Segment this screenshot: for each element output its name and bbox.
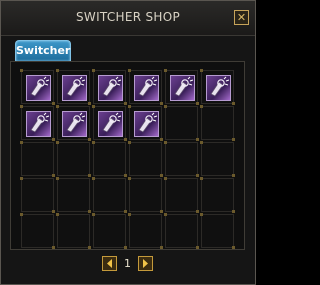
shop-slot[interactable] [56, 141, 91, 177]
right-arrow-icon [143, 259, 148, 268]
switcher-scroll-icon [134, 111, 159, 137]
switcher-scroll-icon [62, 111, 87, 137]
shop-slot[interactable] [128, 177, 163, 213]
switcher-scroll-icon [134, 75, 159, 101]
shop-slot[interactable] [128, 141, 163, 177]
prev-page-button[interactable] [102, 256, 117, 271]
close-icon: ✕ [236, 11, 247, 24]
title-bar[interactable]: SWITCHER SHOP ✕ [1, 1, 255, 36]
shop-slot[interactable] [92, 69, 127, 105]
shop-slot[interactable] [56, 177, 91, 213]
shop-slot[interactable] [20, 105, 55, 141]
switcher-scroll-icon [170, 75, 195, 101]
shop-slot[interactable] [128, 69, 163, 105]
shop-slot[interactable] [200, 105, 235, 141]
shop-slot[interactable] [164, 177, 199, 213]
shop-slot[interactable] [56, 69, 91, 105]
left-arrow-icon [107, 259, 112, 268]
shop-slot[interactable] [20, 213, 55, 249]
shop-slot[interactable] [200, 177, 235, 213]
shop-slot[interactable] [92, 141, 127, 177]
shop-slot[interactable] [200, 69, 235, 105]
pagination: 1 [102, 256, 153, 271]
shop-slot[interactable] [200, 141, 235, 177]
shop-slot[interactable] [128, 213, 163, 249]
page-number: 1 [124, 257, 131, 270]
switcher-scroll-icon [26, 75, 51, 101]
shop-slot[interactable] [200, 213, 235, 249]
switcher-scroll-icon [62, 75, 87, 101]
tab-switcher[interactable]: Switcher [15, 40, 71, 61]
shop-slot[interactable] [164, 141, 199, 177]
shop-slot[interactable] [56, 213, 91, 249]
switcher-scroll-icon [26, 111, 51, 137]
shop-slot[interactable] [20, 177, 55, 213]
shop-slot[interactable] [164, 69, 199, 105]
switcher-scroll-icon [98, 75, 123, 101]
shop-slot[interactable] [92, 177, 127, 213]
shop-slot[interactable] [92, 105, 127, 141]
shop-slot[interactable] [92, 213, 127, 249]
shop-slot[interactable] [56, 105, 91, 141]
shop-slot[interactable] [164, 105, 199, 141]
shop-slot[interactable] [20, 69, 55, 105]
switcher-scroll-icon [206, 75, 231, 101]
window-title: SWITCHER SHOP [75, 10, 180, 24]
item-grid [20, 69, 235, 249]
switcher-shop-window: SWITCHER SHOP ✕ Switcher 1 [0, 0, 256, 285]
shop-slot[interactable] [20, 141, 55, 177]
switcher-scroll-icon [98, 111, 123, 137]
shop-slot[interactable] [164, 213, 199, 249]
next-page-button[interactable] [138, 256, 153, 271]
close-button[interactable]: ✕ [234, 10, 249, 25]
shop-slot[interactable] [128, 105, 163, 141]
